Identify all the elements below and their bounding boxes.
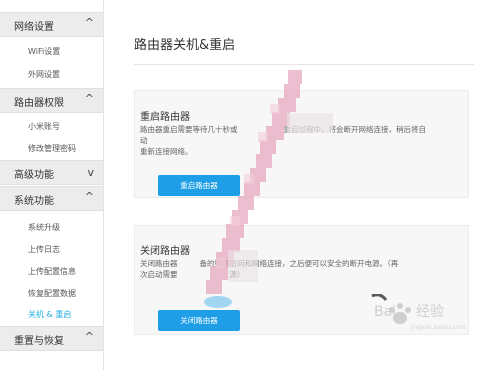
sidebar-item-wifi[interactable]: WiFi设置	[28, 46, 60, 57]
sidebar-item-upgrade[interactable]: 系统升级	[28, 222, 60, 233]
shutdown-desc-part: 次启动需要	[140, 270, 178, 279]
restart-title: 重启路由器	[140, 112, 190, 123]
sidebar-section-label: 系统功能	[14, 196, 54, 207]
chevron-up-icon: ^	[84, 330, 94, 343]
chevron-down-icon: v	[87, 166, 94, 179]
sidebar-item-xiaomi-account[interactable]: 小米账号	[28, 121, 60, 132]
redacted-block	[228, 250, 258, 282]
sidebar-section-system[interactable]: 系统功能 ^	[0, 186, 103, 211]
restart-desc-part: 路由器重启需要等待几十秒或	[140, 125, 238, 134]
sidebar-section-permissions[interactable]: 路由器权限 ^	[0, 88, 103, 113]
chevron-up-icon: ^	[84, 190, 94, 203]
sidebar-section-label: 高级功能	[14, 170, 54, 181]
chevron-up-icon: ^	[84, 16, 94, 29]
shutdown-description: 关闭路由器备的数据访问和网络连接，之后便可以安全的断开电源。（再 次启动需要源）	[140, 258, 430, 280]
shutdown-button[interactable]: 关闭路由器	[158, 310, 240, 331]
restart-button[interactable]: 重启路由器	[158, 175, 240, 196]
sidebar-section-label: 路由器权限	[14, 98, 64, 109]
sidebar-section-network[interactable]: 网络设置 ^	[0, 12, 103, 37]
sidebar-item-upload-config[interactable]: 上传配置信息	[28, 266, 76, 277]
sidebar-item-change-password[interactable]: 修改管理密码	[28, 143, 76, 154]
sidebar-item-restore-config[interactable]: 恢复配置数据	[28, 288, 76, 299]
chevron-up-icon: ^	[84, 92, 94, 105]
restart-description: 路由器重启需要等待几十秒或 重启过程中，将会断开网络连接，稍后将自动 重新连接网络…	[140, 124, 430, 157]
sidebar-item-upload-log[interactable]: 上传日志	[28, 244, 60, 255]
router-admin-page: 网络设置 ^ WiFi设置 外网设置 路由器权限 ^ 小米账号 修改管理密码 高…	[0, 0, 499, 370]
divider	[134, 64, 474, 65]
sidebar-section-reset[interactable]: 重置与恢复 ^	[0, 326, 103, 351]
main-panel: 路由器关机&重启 重启路由器 路由器重启需要等待几十秒或 重启过程中，将会断开网络…	[104, 0, 499, 370]
sidebar-item-shutdown-restart[interactable]: 关机 & 重启	[28, 309, 71, 320]
sidebar-section-label: 重置与恢复	[14, 336, 64, 347]
sidebar-item-wan[interactable]: 外网设置	[28, 69, 60, 80]
sidebar-section-advanced[interactable]: 高级功能 v	[0, 160, 103, 185]
sidebar: 网络设置 ^ WiFi设置 外网设置 路由器权限 ^ 小米账号 修改管理密码 高…	[0, 0, 104, 370]
shutdown-title: 关闭路由器	[140, 246, 190, 257]
redacted-block	[287, 113, 333, 133]
shutdown-desc-part: 关闭路由器	[140, 259, 178, 268]
restart-desc-part: 重新连接网络。	[140, 147, 193, 156]
sidebar-section-label: 网络设置	[14, 22, 54, 33]
page-title: 路由器关机&重启	[134, 38, 236, 53]
